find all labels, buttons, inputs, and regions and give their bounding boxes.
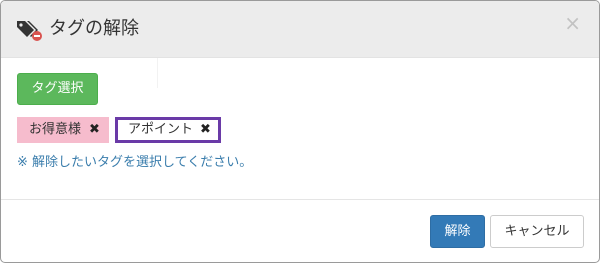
dialog-title: タグの解除 [49,18,139,39]
tag-chip-appointment[interactable]: アポイント ✖ [115,117,221,143]
divider [157,58,158,88]
release-button[interactable]: 解除 [430,215,485,248]
tag-label: アポイント [128,122,194,137]
tag-release-dialog: タグの解除 × タグ選択 お得意様 ✖ アポイント ✖ ※ 解除したいタグを選択… [0,0,600,263]
tags-remove-icon [15,18,45,42]
dialog-header: タグの解除 × [1,1,599,58]
remove-tag-icon[interactable]: ✖ [200,120,211,140]
remove-tag-icon[interactable]: ✖ [89,118,100,142]
close-button[interactable]: × [564,13,581,33]
tag-chip-okuisama[interactable]: お得意様 ✖ [17,117,109,143]
tag-select-button[interactable]: タグ選択 [17,73,98,105]
footer-divider [1,199,599,200]
cancel-button[interactable]: キャンセル [490,215,584,248]
hint-text: ※ 解除したいタグを選択してください。 [17,155,253,170]
tag-label: お得意様 [29,122,82,137]
